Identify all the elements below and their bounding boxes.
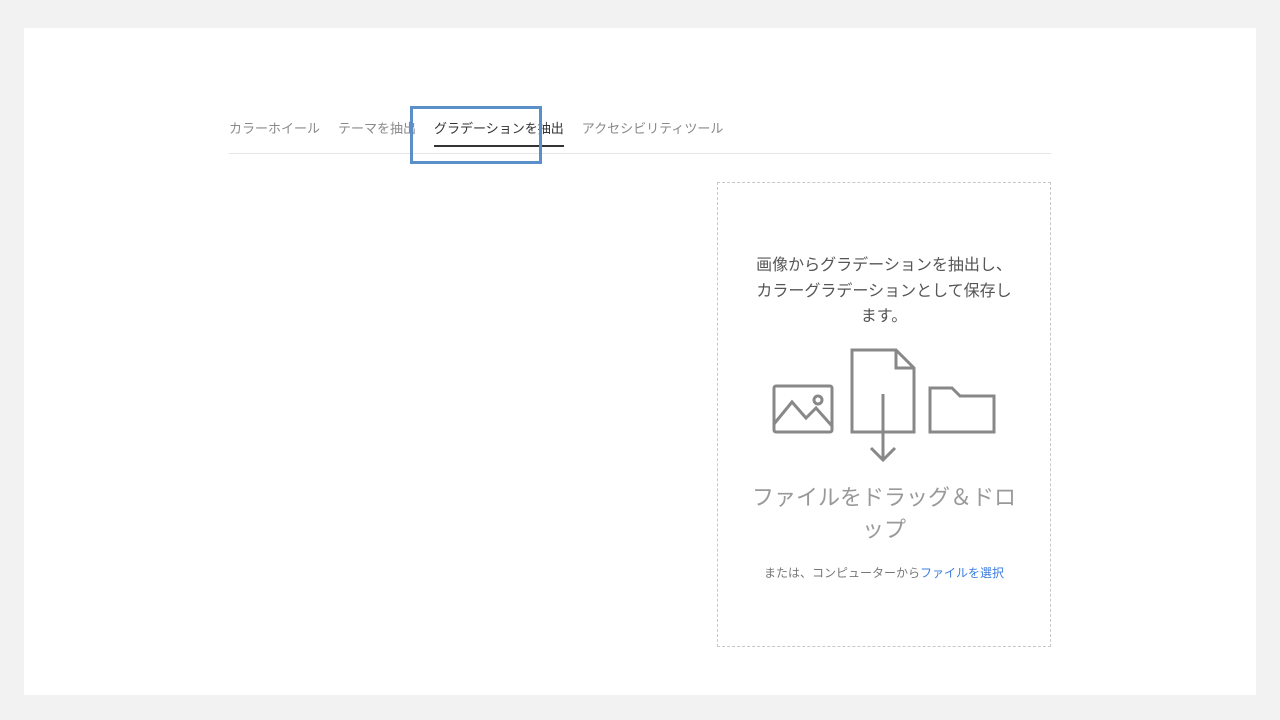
tab-bar: カラーホイール テーマを抽出 グラデーションを抽出 アクセシビリティツール: [229, 28, 1051, 154]
file-download-icon: [852, 350, 914, 460]
alt-instruction: または、コンピューターからファイルを選択: [750, 564, 1018, 583]
dropzone-description: 画像からグラデーションを抽出し、カラーグラデーションとして保存します。: [750, 253, 1018, 330]
dropzone-icons: [750, 346, 1018, 466]
select-file-link[interactable]: ファイルを選択: [920, 566, 1004, 580]
tab-color-wheel[interactable]: カラーホイール: [229, 118, 320, 153]
file-dropzone[interactable]: 画像からグラデーションを抽出し、カラーグラデーションとして保存します。: [717, 182, 1051, 647]
tab-extract-theme[interactable]: テーマを抽出: [338, 118, 416, 153]
alt-prefix: または、コンピューターから: [764, 566, 920, 580]
tab-accessibility-tools[interactable]: アクセシビリティツール: [582, 118, 724, 153]
drag-drop-label: ファイルをドラッグ＆ドロップ: [750, 482, 1018, 546]
main-card: カラーホイール テーマを抽出 グラデーションを抽出 アクセシビリティツール 画像…: [24, 28, 1256, 695]
image-icon: [774, 386, 832, 432]
tab-extract-gradient[interactable]: グラデーションを抽出: [434, 118, 564, 153]
folder-icon: [930, 388, 994, 432]
content-area: 画像からグラデーションを抽出し、カラーグラデーションとして保存します。: [229, 154, 1051, 647]
